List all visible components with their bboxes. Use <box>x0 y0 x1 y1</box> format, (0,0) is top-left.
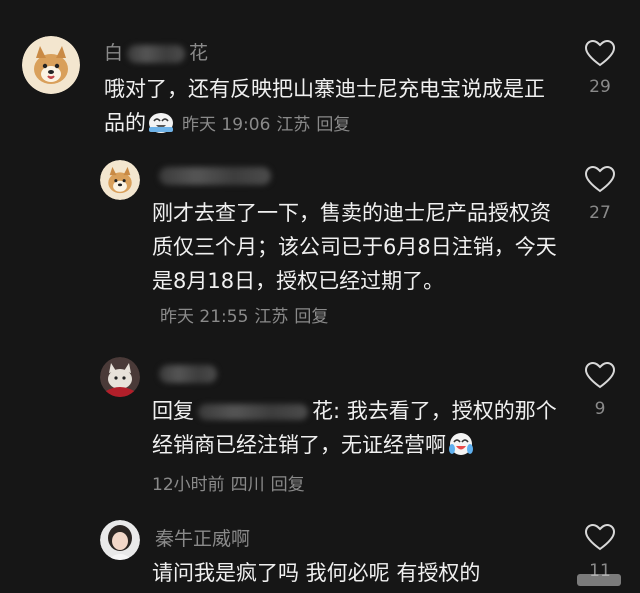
comment-location: 江苏 <box>254 307 289 327</box>
comment-text: 刚才去查了一下，售卖的迪士尼产品授权资质仅三个月；该公司已于6月8日注销，今天是… <box>152 196 562 334</box>
like-count: 27 <box>589 203 611 223</box>
blurred-reply-target <box>198 404 308 420</box>
comment-time: 昨天 19:06 <box>182 115 271 135</box>
comment-text-content: 刚才去查了一下，售卖的迪士尼产品授权资质仅三个月；该公司已于6月8日注销，今天是… <box>152 201 557 293</box>
reply-button[interactable]: 回复 <box>316 115 350 135</box>
like-button[interactable]: 9 <box>582 362 618 419</box>
watermark-logo-icon <box>576 571 622 589</box>
dog-avatar-icon[interactable] <box>22 36 80 94</box>
comment-location: 江苏 <box>276 115 311 135</box>
comment-meta: 昨天 19:06 江苏 回复 <box>182 115 356 135</box>
cat-avatar-icon[interactable] <box>100 357 140 397</box>
comment-text: 回复 花: 我去看了，授权的那个经销商已经注销了，无证经营啊 12小时前 四川 回复 <box>152 394 562 496</box>
reply-prefix: 回复 <box>152 399 194 423</box>
comment-meta: 12小时前 四川 回复 <box>152 475 311 495</box>
comment-meta: 昨天 21:55 江苏 回复 <box>160 307 334 327</box>
heart-icon <box>585 40 615 67</box>
blurred-name <box>127 44 186 63</box>
like-button[interactable]: 27 <box>582 166 618 223</box>
reply-button[interactable]: 回复 <box>294 307 328 327</box>
comment-author[interactable]: 白花 <box>104 38 208 65</box>
comment-author[interactable] <box>155 362 221 384</box>
blurred-name <box>159 166 271 185</box>
reply-target-suffix: 花 <box>312 399 333 423</box>
crying-laugh-emoji-icon <box>148 110 174 134</box>
heart-icon <box>585 524 615 551</box>
comment-text: 请问我是疯了吗 我何必呢 有授权的 <box>152 556 562 590</box>
comment-author[interactable] <box>155 164 275 186</box>
comment-text-content: 请问我是疯了吗 我何必呢 有授权的 <box>152 561 481 585</box>
like-count: 29 <box>589 77 611 97</box>
dog-avatar-icon[interactable] <box>100 160 140 200</box>
crying-laugh-emoji-icon <box>448 432 474 456</box>
comment-author[interactable]: 秦牛正威啊 <box>155 524 250 551</box>
comment-location: 四川 <box>230 475 265 495</box>
comment-time: 12小时前 <box>152 475 225 495</box>
author-name-suffix: 花 <box>189 42 209 64</box>
like-button[interactable]: 29 <box>582 40 618 97</box>
comment-time: 昨天 21:55 <box>160 307 249 327</box>
like-count: 9 <box>594 399 606 419</box>
reply-button[interactable]: 回复 <box>271 475 305 495</box>
heart-icon <box>585 362 615 389</box>
blurred-name <box>159 364 217 383</box>
heart-icon <box>585 166 615 193</box>
comment-text: 哦对了，还有反映把山寨迪士尼充电宝说成是正品的 昨天 19:06 江苏 回复 <box>104 72 559 142</box>
author-name: 秦牛正威啊 <box>155 528 251 550</box>
girl-avatar-icon[interactable] <box>100 520 140 560</box>
author-name: 白 <box>104 42 124 64</box>
